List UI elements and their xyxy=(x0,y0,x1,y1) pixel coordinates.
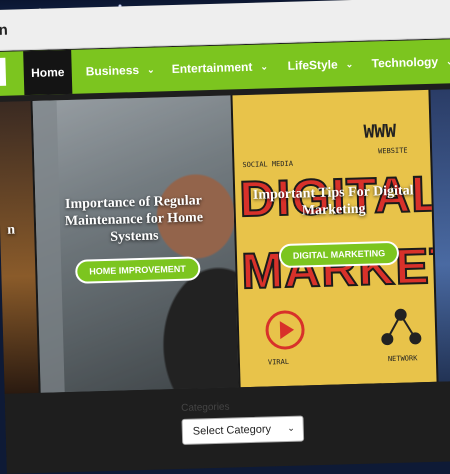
chevron-down-icon: ⌄ xyxy=(445,55,450,66)
illustration-text-social: SOCIAL MEDIA xyxy=(242,159,294,170)
network-icon xyxy=(381,308,422,346)
illustration-text-viral: VIRAL xyxy=(267,357,290,367)
browser-screen: n Home Business ⌄ Entertainment ⌄ LifeSt… xyxy=(0,0,450,474)
illustration-text-www: WWW xyxy=(363,120,397,143)
nav-item-label: Technology xyxy=(371,54,439,71)
categories-widget-title: Categories xyxy=(181,401,230,414)
category-badge-home-improvement[interactable]: HOME IMPROVEMENT xyxy=(75,256,201,284)
post-card-partial-text: n xyxy=(7,222,16,238)
chevron-down-icon: ⌄ xyxy=(287,422,295,433)
nav-home[interactable]: Home xyxy=(23,49,73,96)
post-headline[interactable]: Important Tips For Digital Marketing xyxy=(245,182,422,221)
post-card-home-maintenance[interactable]: Importance of Regular Maintenance for Ho… xyxy=(32,95,239,393)
window-title-fragment: n xyxy=(0,21,8,39)
category-select-value: Select Category xyxy=(192,423,272,438)
illustration-text-network: NETWORK xyxy=(387,354,418,364)
featured-posts-slider: n Importance of Regular Maintenance for … xyxy=(0,88,450,394)
nav-item-technology[interactable]: Technology ⌄ xyxy=(371,39,450,85)
post-card-digital-marketing[interactable]: SOCIAL MEDIA WWW WEBSITE DIGITAL MARKETI… xyxy=(232,89,437,388)
site-logo[interactable] xyxy=(0,57,7,86)
nav-item-label: LifeStyle xyxy=(287,57,338,73)
chevron-down-icon: ⌄ xyxy=(260,60,269,72)
nav-item-label: Entertainment xyxy=(171,59,253,77)
nav-item-lifestyle[interactable]: LifeStyle ⌄ xyxy=(287,42,354,88)
viral-play-icon xyxy=(265,310,305,350)
chevron-down-icon: ⌄ xyxy=(146,64,155,75)
nav-item-business[interactable]: Business ⌄ xyxy=(85,48,155,94)
category-select[interactable]: Select Category ⌄ xyxy=(181,415,305,445)
category-badge-digital-marketing[interactable]: DIGITAL MARKETING xyxy=(278,240,400,269)
illustration-text-website: WEBSITE xyxy=(377,146,408,156)
nav-item-entertainment[interactable]: Entertainment ⌄ xyxy=(171,44,269,91)
nav-item-label: Business xyxy=(85,62,140,79)
chevron-down-icon: ⌄ xyxy=(345,58,354,69)
footer-widgets: Categories Select Category ⌄ xyxy=(4,380,450,474)
post-headline[interactable]: Importance of Regular Maintenance for Ho… xyxy=(45,192,222,248)
